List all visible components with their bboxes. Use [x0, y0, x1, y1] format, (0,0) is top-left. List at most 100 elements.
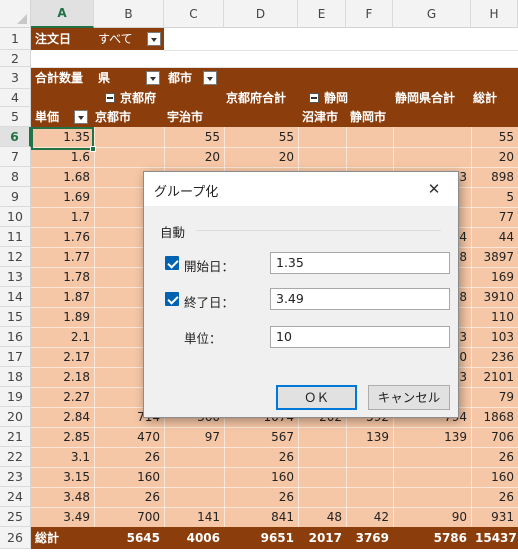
pivot-cell-h22[interactable]: 26	[471, 446, 518, 468]
row-header-20[interactable]: 20	[0, 407, 31, 427]
pivot-cell-f24[interactable]	[346, 486, 393, 508]
pivot-cell-a19[interactable]: 2.27	[31, 386, 94, 408]
pivot-cell-a23[interactable]: 3.15	[31, 466, 94, 488]
pivot-cell-a18[interactable]: 2.18	[31, 366, 94, 388]
pivot-cell-g21[interactable]: 139	[393, 426, 471, 448]
pivot-cell-a9[interactable]: 1.69	[31, 186, 94, 208]
row-header-17[interactable]: 17	[0, 347, 31, 367]
unit-input[interactable]: 10	[270, 326, 450, 348]
row-header-24[interactable]: 24	[0, 487, 31, 507]
collapse-kyoto-button[interactable]	[105, 93, 115, 103]
end-checkbox[interactable]	[165, 292, 179, 306]
row-header-18[interactable]: 18	[0, 367, 31, 387]
pivot-cell-a14[interactable]: 1.87	[31, 286, 94, 308]
pivot-cell-g22[interactable]	[393, 446, 471, 468]
column-header-f[interactable]: F	[346, 0, 393, 28]
row-field-dropdown-button[interactable]	[74, 110, 88, 124]
cancel-button[interactable]: キャンセル	[368, 385, 450, 410]
pivot-cell-f23[interactable]	[346, 466, 393, 488]
pivot-cell-h24[interactable]: 26	[471, 486, 518, 508]
pivot-cell-c21[interactable]: 97	[164, 426, 224, 448]
row-header-22[interactable]: 22	[0, 447, 31, 467]
row-header-16[interactable]: 16	[0, 327, 31, 347]
pivot-cell-a13[interactable]: 1.78	[31, 266, 94, 288]
pivot-cell-b22[interactable]: 26	[94, 446, 164, 468]
pivot-cell-a8[interactable]: 1.68	[31, 166, 94, 188]
pivot-cell-b23[interactable]: 160	[94, 466, 164, 488]
pivot-cell-e25[interactable]: 48	[298, 506, 346, 528]
pivot-cell-h9[interactable]: 5	[471, 186, 518, 208]
pivot-cell-h7[interactable]: 20	[471, 146, 518, 168]
pivot-cell-h13[interactable]: 169	[471, 266, 518, 288]
end-input[interactable]: 3.49	[270, 288, 450, 310]
pivot-cell-c7[interactable]: 20	[164, 146, 224, 168]
row-header-14[interactable]: 14	[0, 287, 31, 307]
pivot-cell-c6[interactable]: 55	[164, 126, 224, 148]
pivot-cell-a16[interactable]: 2.1	[31, 326, 94, 348]
row-header-6[interactable]: 6	[0, 127, 31, 147]
pivot-cell-d21[interactable]: 567	[224, 426, 298, 448]
pivot-cell-a17[interactable]: 2.17	[31, 346, 94, 368]
pivot-cell-a12[interactable]: 1.77	[31, 246, 94, 268]
pivot-cell-h18[interactable]: 2101	[471, 366, 518, 388]
pivot-cell-h17[interactable]: 236	[471, 346, 518, 368]
pivot-cell-g25[interactable]: 90	[393, 506, 471, 528]
row-header-5[interactable]: 5	[0, 107, 31, 127]
pivot-cell-h6[interactable]: 55	[471, 126, 518, 148]
row-header-2[interactable]: 2	[0, 50, 31, 67]
column-header-d[interactable]: D	[224, 0, 298, 28]
pivot-cell-h19[interactable]: 79	[471, 386, 518, 408]
row-header-12[interactable]: 12	[0, 247, 31, 267]
pivot-cell-a22[interactable]: 3.1	[31, 446, 94, 468]
pivot-cell-c24[interactable]	[164, 486, 224, 508]
pivot-cell-h20[interactable]: 1868	[471, 406, 518, 428]
pivot-cell-h14[interactable]: 3910	[471, 286, 518, 308]
pivot-cell-a11[interactable]: 1.76	[31, 226, 94, 248]
pivot-cell-e23[interactable]	[298, 466, 346, 488]
pivot-cell-g6[interactable]	[393, 126, 471, 148]
row-header-15[interactable]: 15	[0, 307, 31, 327]
pivot-cell-a20[interactable]: 2.84	[31, 406, 94, 428]
pivot-cell-h15[interactable]: 110	[471, 306, 518, 328]
column-header-c[interactable]: C	[164, 0, 224, 28]
column-header-b[interactable]: B	[94, 0, 164, 28]
pivot-cell-b7[interactable]	[94, 146, 164, 168]
fill-handle[interactable]	[90, 146, 96, 152]
pivot-cell-g23[interactable]	[393, 466, 471, 488]
pivot-cell-h11[interactable]: 44	[471, 226, 518, 248]
pivot-cell-c25[interactable]: 141	[164, 506, 224, 528]
pivot-cell-h21[interactable]: 706	[471, 426, 518, 448]
row-header-8[interactable]: 8	[0, 167, 31, 187]
row-header-13[interactable]: 13	[0, 267, 31, 287]
pivot-cell-h23[interactable]: 160	[471, 466, 518, 488]
pivot-cell-a21[interactable]: 2.85	[31, 426, 94, 448]
pivot-cell-a25[interactable]: 3.49	[31, 506, 94, 528]
start-input[interactable]: 1.35	[270, 252, 450, 274]
pivot-cell-g7[interactable]	[393, 146, 471, 168]
pivot-cell-e24[interactable]	[298, 486, 346, 508]
pivot-cell-h25[interactable]: 931	[471, 506, 518, 528]
pivot-cell-f7[interactable]	[346, 146, 393, 168]
pivot-cell-b21[interactable]: 470	[94, 426, 164, 448]
start-checkbox[interactable]	[165, 256, 179, 270]
collapse-shizuoka-button[interactable]	[309, 93, 319, 103]
row-header-1[interactable]: 1	[0, 28, 31, 50]
row-header-23[interactable]: 23	[0, 467, 31, 487]
column-header-a[interactable]: A	[31, 0, 94, 28]
city-dropdown-button[interactable]	[203, 71, 217, 85]
pivot-cell-d23[interactable]: 160	[224, 466, 298, 488]
close-icon[interactable]: ✕	[424, 179, 444, 199]
dialog-titlebar[interactable]: グループ化 ✕	[144, 172, 458, 206]
pivot-cell-h8[interactable]: 898	[471, 166, 518, 188]
column-header-e[interactable]: E	[298, 0, 346, 28]
pivot-cell-a15[interactable]: 1.89	[31, 306, 94, 328]
pivot-cell-h10[interactable]: 77	[471, 206, 518, 228]
select-all-corner[interactable]	[0, 0, 31, 28]
pivot-cell-d22[interactable]: 26	[224, 446, 298, 468]
pivot-cell-f22[interactable]	[346, 446, 393, 468]
pivot-cell-f6[interactable]	[346, 126, 393, 148]
row-header-4[interactable]: 4	[0, 89, 31, 107]
pivot-cell-e22[interactable]	[298, 446, 346, 468]
row-header-19[interactable]: 19	[0, 387, 31, 407]
pivot-cell-f21[interactable]: 139	[346, 426, 393, 448]
